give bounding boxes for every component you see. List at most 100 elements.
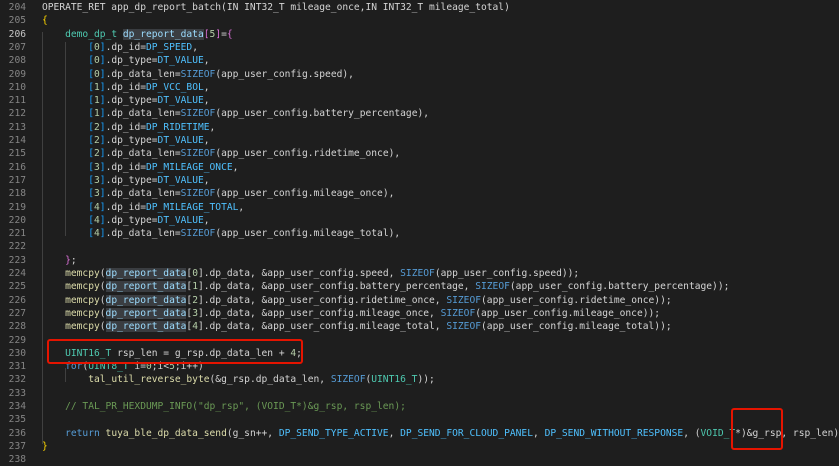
- code-token: ));: [417, 374, 435, 386]
- code-line[interactable]: 220 [4].dp_type=DT_VALUE,: [0, 214, 839, 227]
- code-line[interactable]: 234 // TAL_PR_HEXDUMP_INFO("dp_rsp", (VO…: [0, 400, 839, 413]
- code-token: (app_user_config.battery_percentage),: [215, 108, 430, 120]
- code-line[interactable]: 214 [2].dp_type=DT_VALUE,: [0, 134, 839, 147]
- code-line[interactable]: 215 [2].dp_data_len=SIZEOF(app_user_conf…: [0, 147, 839, 160]
- code-token: dp_report_data: [105, 268, 187, 279]
- line-code: OPERATE_RET app_dp_report_batch(IN INT32…: [42, 1, 510, 14]
- code-line[interactable]: 233: [0, 387, 839, 400]
- code-line[interactable]: 226 memcpy(dp_report_data[2].dp_data, &a…: [0, 294, 839, 307]
- code-token: DT_VALUE: [157, 95, 204, 107]
- code-line[interactable]: 216 [3].dp_id=DP_MILEAGE_ONCE,: [0, 161, 839, 174]
- code-line[interactable]: 223 };: [0, 254, 839, 267]
- line-code: [3].dp_id=DP_MILEAGE_ONCE,: [42, 161, 238, 174]
- code-token: ,: [209, 121, 216, 133]
- code-token: dp_report_data: [105, 307, 187, 319]
- code-line[interactable]: 222: [0, 240, 839, 253]
- code-token: ,: [203, 214, 210, 226]
- code-line[interactable]: 204 OPERATE_RET app_dp_report_batch(IN IN…: [0, 1, 839, 14]
- code-line[interactable]: 227 memcpy(dp_report_data[3].dp_data, &a…: [0, 307, 839, 320]
- line-number: 219: [8, 201, 26, 213]
- code-line[interactable]: 228 memcpy(dp_report_data[4].dp_data, &a…: [0, 320, 839, 333]
- code-line[interactable]: 237}: [0, 440, 839, 453]
- code-token: DP_SEND_TYPE_ACTIVE: [278, 427, 389, 439]
- code-token: (app_user_config.battery_percentage));: [509, 281, 730, 293]
- code-token: DT_VALUE: [157, 135, 204, 146]
- line-number: 223: [8, 254, 26, 266]
- code-line[interactable]: 221 [4].dp_data_len=SIZEOF(app_user_conf…: [0, 227, 839, 240]
- code-token: .dp_id=: [105, 81, 146, 93]
- code-line[interactable]: 213 [2].dp_id=DP_RIDETIME,: [0, 121, 839, 134]
- line-code: [1].dp_type=DT_VALUE,: [42, 94, 209, 107]
- code-token: SIZEOF: [446, 294, 482, 306]
- code-token: .dp_type=: [105, 174, 158, 186]
- code-line[interactable]: 218 [3].dp_data_len=SIZEOF(app_user_conf…: [0, 187, 839, 200]
- code-token: memcpy: [65, 268, 100, 279]
- code-token: .dp_type=: [105, 135, 158, 146]
- line-number: 224: [8, 268, 26, 279]
- code-editor[interactable]: 204 OPERATE_RET app_dp_report_batch(IN IN…: [0, 0, 839, 465]
- code-line[interactable]: 217 [3].dp_type=DT_VALUE,: [0, 174, 839, 187]
- line-number: 236: [8, 427, 26, 439]
- code-token: (app_user_config.speed));: [434, 268, 580, 279]
- line-code: [2].dp_data_len=SIZEOF(app_user_config.r…: [42, 147, 400, 160]
- code-token: ,: [533, 427, 545, 439]
- line-number: 206: [8, 28, 26, 40]
- code-line[interactable]: 219 [4].dp_id=DP_MILEAGE_TOTAL,: [0, 201, 839, 214]
- code-line[interactable]: 211 [1].dp_type=DT_VALUE,: [0, 94, 839, 107]
- code-line[interactable]: 205 {: [0, 14, 839, 27]
- code-line[interactable]: 235: [0, 413, 839, 426]
- line-number: 213: [8, 121, 26, 133]
- code-line[interactable]: 225 memcpy(dp_report_data[1].dp_data, &a…: [0, 280, 839, 293]
- code-token: (app_user_config.mileage_total),: [215, 228, 401, 240]
- code-token: DT_VALUE: [157, 174, 204, 186]
- code-token: .dp_id=: [105, 161, 146, 173]
- code-line[interactable]: 224 memcpy(dp_report_data[0].dp_data, &a…: [0, 267, 839, 280]
- code-token: (: [99, 268, 106, 279]
- code-token: memcpy: [65, 294, 100, 306]
- code-line[interactable]: 208 [0].dp_type=DT_VALUE,: [0, 54, 839, 67]
- code-token: .dp_id=: [105, 41, 146, 53]
- line-code: memcpy(dp_report_data[3].dp_data, &app_u…: [42, 307, 660, 320]
- code-token: SIZEOF: [475, 281, 510, 293]
- line-code: [4].dp_data_len=SIZEOF(app_user_config.m…: [42, 227, 400, 240]
- code-token: .dp_data_len=: [105, 188, 181, 200]
- line-number: 220: [8, 214, 26, 226]
- code-token: SIZEOF: [400, 268, 435, 279]
- code-line[interactable]: 212 [1].dp_data_len=SIZEOF(app_user_conf…: [0, 107, 839, 120]
- code-token: ,: [232, 161, 239, 173]
- code-line[interactable]: 209 [0].dp_data_len=SIZEOF(app_user_conf…: [0, 68, 839, 81]
- code-token: (app_user_config.ridetime_once));: [481, 294, 672, 306]
- line-number: 218: [8, 188, 26, 200]
- code-token: ,: [203, 174, 210, 186]
- highlight-box-rsp-len-declaration: [47, 339, 303, 364]
- code-token: }: [42, 440, 48, 452]
- code-line[interactable]: 206 demo_dp_t dp_report_data[5]={: [0, 28, 839, 41]
- code-token: (app_user_config.mileage_once));: [475, 307, 661, 319]
- code-token: DP_SEND_WITHOUT_RESPONSE: [544, 427, 684, 439]
- code-token: demo_dp_t: [65, 28, 123, 40]
- line-code: [0].dp_id=DP_SPEED,: [42, 41, 198, 54]
- code-line[interactable]: 236 return tuya_ble_dp_data_send(g_sn++,…: [0, 427, 839, 440]
- line-code: return tuya_ble_dp_data_send(g_sn++, DP_…: [42, 427, 839, 440]
- code-token: (: [99, 307, 106, 319]
- line-number: 230: [8, 347, 26, 359]
- line-number: 221: [8, 228, 26, 240]
- line-code: memcpy(dp_report_data[0].dp_data, &app_u…: [42, 267, 579, 280]
- code-line[interactable]: 210 [1].dp_id=DP_VCC_BOL,: [0, 81, 839, 94]
- code-token: .dp_data_len=: [105, 68, 181, 80]
- line-code: [3].dp_data_len=SIZEOF(app_user_config.m…: [42, 187, 394, 200]
- code-line[interactable]: 238: [0, 453, 839, 466]
- code-line[interactable]: 207 [0].dp_id=DP_SPEED,: [0, 41, 839, 54]
- code-token: tuya_ble_dp_data_send: [105, 427, 227, 439]
- line-code: memcpy(dp_report_data[1].dp_data, &app_u…: [42, 280, 729, 293]
- code-line[interactable]: 232 tal_util_reverse_byte(&g_rsp.dp_data…: [0, 373, 839, 386]
- code-token: SIZEOF: [446, 321, 482, 333]
